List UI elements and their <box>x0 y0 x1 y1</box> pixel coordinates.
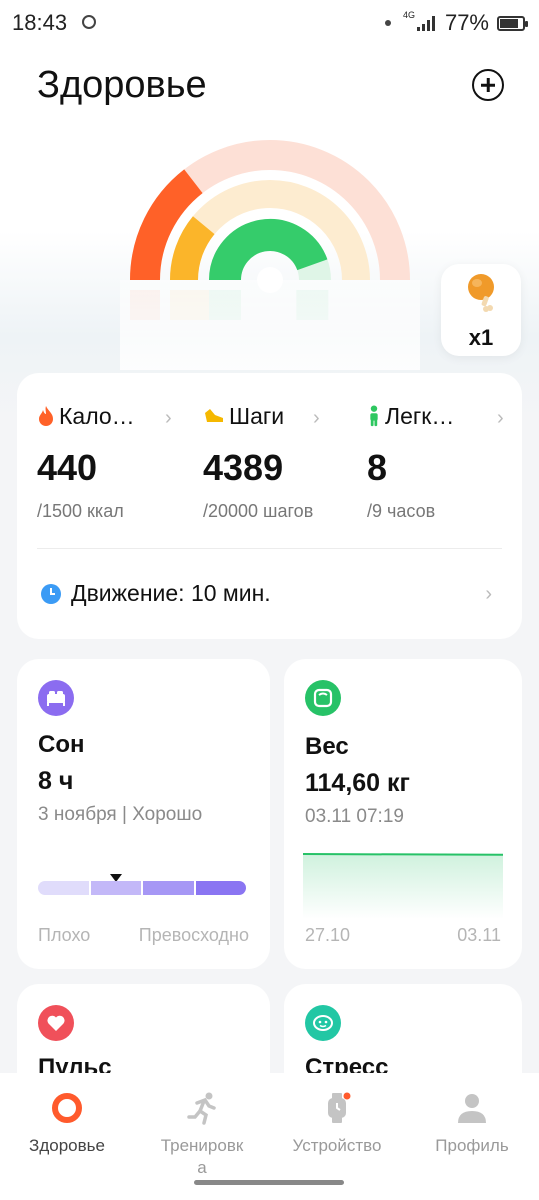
scale-max-label: Превосходно <box>138 925 249 945</box>
metric-goal: /1500 ккал <box>37 501 124 521</box>
sleep-segment <box>195 881 246 895</box>
weight-trend-chart <box>303 853 503 919</box>
nav-item-device[interactable]: Устройство <box>277 1091 397 1157</box>
metric-goal: /20000 шагов <box>203 501 314 521</box>
sleep-card[interactable]: Сон 8 ч 3 ноября | Хорошо Плохо Превосхо… <box>17 659 270 969</box>
profile-icon <box>455 1091 489 1125</box>
running-icon <box>185 1091 219 1125</box>
battery-icon <box>497 15 528 31</box>
activity-summary-card[interactable]: Кало… 440 /1500 ккал › Шаги 4389 /20000 … <box>17 373 522 639</box>
health-ring-icon <box>50 1091 84 1125</box>
card-title: Сон <box>38 731 85 758</box>
status-time: 18:43 <box>12 10 68 35</box>
sleep-subtitle: 3 ноября | Хорошо <box>38 804 203 825</box>
food-count: x1 <box>468 325 494 350</box>
chevron-right-icon: › <box>497 407 504 429</box>
card-title: Вес <box>305 733 349 760</box>
home-indicator <box>194 1180 344 1185</box>
movement-row[interactable]: Движение: 10 мин. <box>41 580 271 607</box>
metric-value: 4389 <box>203 447 284 488</box>
food-badge[interactable]: x1 <box>441 264 521 356</box>
page-title: Здоровье <box>37 64 207 106</box>
signal-icon <box>416 15 435 31</box>
metric-label: Кало… <box>59 402 135 429</box>
status-bar: 18:43 4G 77% <box>0 0 539 44</box>
metric-value: 8 <box>367 447 388 488</box>
ring-indicator-icon <box>82 15 96 29</box>
watch-icon <box>320 1091 354 1125</box>
steps-ring-progress <box>170 216 215 281</box>
nav-item-profile[interactable]: Профиль <box>412 1091 532 1157</box>
metric-steps[interactable]: Шаги 4389 /20000 шагов <box>203 401 363 522</box>
dot-icon <box>384 20 391 26</box>
nav-item-health[interactable]: Здоровье <box>7 1091 127 1157</box>
metric-label: Шаги <box>229 402 285 429</box>
x-axis-end-label: 03.11 <box>457 925 501 945</box>
notification-dot <box>343 1092 351 1100</box>
nav-label: Профиль <box>435 1136 509 1155</box>
face-icon <box>305 1005 341 1041</box>
weight-card[interactable]: Вес 114,60 кг 03.11 07:19 27.10 03.11 <box>284 659 522 969</box>
scale-icon <box>305 680 341 716</box>
scale-min-label: Плохо <box>38 925 91 945</box>
chicken-leg-icon <box>441 272 521 321</box>
nav-label: Здоровье <box>29 1136 105 1155</box>
sleep-quality-bar <box>38 881 246 895</box>
metric-label: Легк… <box>385 402 455 429</box>
metric-goal: /9 часов <box>367 501 436 521</box>
clock-icon <box>41 583 61 604</box>
weight-value: 114,60 кг <box>305 769 410 797</box>
status-right: 4G 77% <box>384 10 528 36</box>
plus-circle-icon[interactable] <box>472 69 504 101</box>
divider <box>37 548 502 549</box>
metric-value: 440 <box>37 447 98 488</box>
chevron-right-icon: › <box>165 407 172 429</box>
sleep-value: 8 ч <box>38 767 74 795</box>
nav-item-workout[interactable]: Тренировк а <box>142 1091 262 1179</box>
weight-line <box>303 853 503 856</box>
metric-calories[interactable]: Кало… 440 /1500 ккал <box>37 401 197 522</box>
network-type: 4G <box>402 10 415 20</box>
heart-icon <box>38 1005 74 1041</box>
chevron-right-icon[interactable]: › <box>485 583 492 606</box>
battery-percent: 77% <box>444 10 489 35</box>
sleep-segment <box>90 881 141 895</box>
bed-icon <box>38 680 74 716</box>
weight-subtitle: 03.11 07:19 <box>305 806 404 827</box>
chevron-right-icon: › <box>313 407 320 429</box>
nav-label: Тренировк а <box>160 1136 244 1177</box>
nav-label: Устройство <box>292 1136 382 1155</box>
activity-rings-gauge[interactable] <box>120 130 420 370</box>
sleep-segment <box>143 881 194 895</box>
movement-label: Движение: 10 мин. <box>71 580 271 606</box>
sleep-segment <box>38 881 89 895</box>
shoe-icon <box>205 409 223 422</box>
person-standing-icon <box>370 405 378 427</box>
flame-icon <box>39 406 53 426</box>
x-axis-start-label: 27.10 <box>305 925 351 945</box>
